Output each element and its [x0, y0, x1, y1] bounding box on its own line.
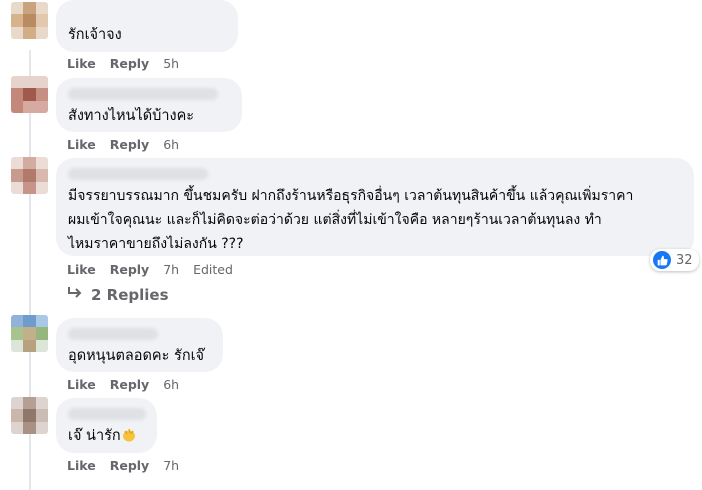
reply-button[interactable]: Reply — [110, 56, 149, 71]
comment-text: เจ๊ น่ารัก — [68, 424, 145, 448]
blurred-author-name — [68, 168, 208, 180]
avatar[interactable] — [11, 2, 48, 39]
blurred-author-name — [68, 408, 146, 420]
comment-time[interactable]: 7h — [163, 458, 179, 473]
comment-bubble: เจ๊ น่ารัก — [56, 398, 157, 453]
like-button[interactable]: Like — [67, 262, 96, 277]
blurred-author-name — [68, 328, 158, 340]
comment-actions: Like Reply 7h Edited — [67, 262, 233, 277]
comment-text: สังทางไหนได้บ้างคะ — [68, 108, 195, 124]
edited-label: Edited — [193, 262, 233, 277]
reply-arrow-icon — [67, 286, 83, 304]
comment-time[interactable]: 6h — [163, 377, 179, 392]
comment-text: มีจรรยาบรรณมาก ขึ้นชมครับ ฝากถึงร้านหรือ… — [68, 188, 634, 252]
comment-text: อุดหนุนตลอดคะ รักเจ๊ — [68, 348, 205, 364]
comment-text-content: เจ๊ น่ารัก — [68, 428, 121, 444]
comment-bubble: รักเจ้าจง — [56, 0, 238, 52]
comment-time[interactable]: 5h — [163, 56, 179, 71]
comment-bubble: สังทางไหนได้บ้างคะ — [56, 78, 242, 132]
view-replies-link[interactable]: 2 Replies — [67, 286, 169, 304]
comment-time[interactable]: 6h — [163, 137, 179, 152]
avatar[interactable] — [11, 315, 48, 352]
comment-bubble: อุดหนุนตลอดคะ รักเจ๊ — [56, 318, 223, 372]
like-button[interactable]: Like — [67, 458, 96, 473]
like-button[interactable]: Like — [67, 56, 96, 71]
comment-time[interactable]: 7h — [163, 262, 179, 277]
reply-button[interactable]: Reply — [110, 377, 149, 392]
avatar[interactable] — [11, 157, 48, 194]
blurred-author-name — [68, 88, 218, 100]
comment-text: รักเจ้าจง — [68, 27, 122, 43]
comment-actions: Like Reply 6h — [67, 377, 179, 392]
comment-actions: Like Reply 7h — [67, 458, 179, 473]
comment-actions: Like Reply 5h — [67, 56, 179, 71]
comment-bubble: มีจรรยาบรรณมาก ขึ้นชมครับ ฝากถึงร้านหรือ… — [56, 158, 694, 256]
like-button[interactable]: Like — [67, 377, 96, 392]
reaction-count[interactable]: 32 — [650, 249, 699, 271]
reply-button[interactable]: Reply — [110, 137, 149, 152]
reaction-count-label: 32 — [676, 252, 693, 268]
reply-button[interactable]: Reply — [110, 262, 149, 277]
comment-actions: Like Reply 6h — [67, 137, 179, 152]
avatar[interactable] — [11, 76, 48, 113]
thumbs-up-icon — [653, 251, 671, 269]
reply-button[interactable]: Reply — [110, 458, 149, 473]
avatar[interactable] — [11, 397, 48, 434]
like-button[interactable]: Like — [67, 137, 96, 152]
clapping-hands-emoji-icon — [122, 428, 135, 442]
replies-label: 2 Replies — [91, 286, 169, 304]
